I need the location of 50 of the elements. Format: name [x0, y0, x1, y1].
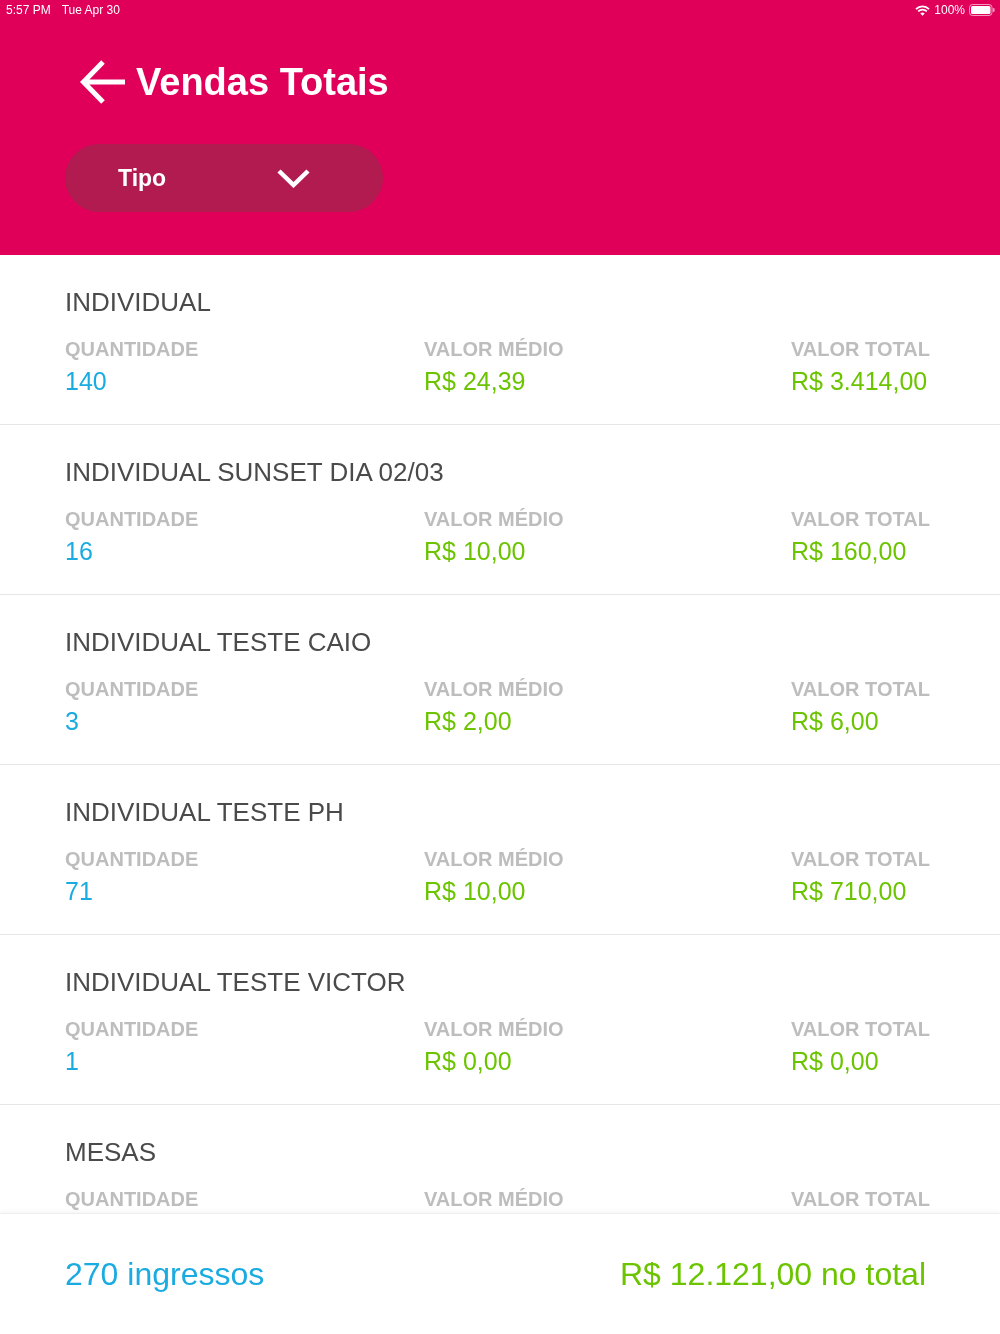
status-date: Tue Apr 30 — [61, 3, 120, 17]
column-label: VALOR TOTAL — [791, 847, 930, 871]
type-dropdown[interactable]: Tipo — [65, 144, 383, 212]
column-label: VALOR TOTAL — [791, 507, 930, 531]
column-label: VALOR TOTAL — [791, 677, 930, 701]
amount-value: R$ 10,00 — [424, 536, 526, 566]
column-label: VALOR MÉDIO — [424, 847, 564, 871]
total-amount: R$ 12.121,00 no total — [620, 1255, 926, 1294]
column-label: QUANTIDADE — [65, 1187, 199, 1211]
amount-value: R$ 24,39 — [424, 366, 526, 396]
battery-percent: 100% — [934, 3, 965, 17]
column-label: VALOR MÉDIO — [424, 1187, 564, 1211]
column-label: QUANTIDADE — [65, 1017, 199, 1041]
column-label: QUANTIDADE — [65, 337, 199, 361]
amount-value: R$ 6,00 — [791, 706, 879, 736]
column-label: VALOR TOTAL — [791, 1187, 930, 1211]
amount-value: R$ 3.414,00 — [791, 366, 928, 396]
category-title: INDIVIDUAL TESTE PH — [65, 797, 344, 827]
column-label: QUANTIDADE — [65, 847, 199, 871]
page-title: Vendas Totais — [136, 60, 389, 105]
back-arrow-icon[interactable] — [78, 59, 125, 105]
amount-value: R$ 0,00 — [791, 1046, 879, 1076]
chevron-down-icon — [277, 168, 310, 188]
amount-value: R$ 0,00 — [424, 1046, 512, 1076]
category-title: INDIVIDUAL — [65, 287, 211, 317]
category-title: INDIVIDUAL TESTE VICTOR — [65, 967, 406, 997]
quantity-value: 16 — [65, 536, 93, 566]
category-title: INDIVIDUAL SUNSET DIA 02/03 — [65, 457, 444, 487]
quantity-value: 71 — [65, 876, 93, 906]
amount-value: R$ 710,00 — [791, 876, 907, 906]
quantity-value: 140 — [65, 366, 107, 396]
column-label: VALOR MÉDIO — [424, 1017, 564, 1041]
column-label: VALOR MÉDIO — [424, 677, 564, 701]
amount-value: R$ 160,00 — [791, 536, 907, 566]
column-label: VALOR MÉDIO — [424, 337, 564, 361]
category-title: INDIVIDUAL TESTE CAIO — [65, 627, 372, 657]
column-label: QUANTIDADE — [65, 507, 199, 531]
column-label: VALOR MÉDIO — [424, 507, 564, 531]
column-label: VALOR TOTAL — [791, 337, 930, 361]
battery-icon — [969, 4, 995, 16]
column-label: QUANTIDADE — [65, 677, 199, 701]
amount-value: R$ 2,00 — [424, 706, 512, 736]
quantity-value: 3 — [65, 706, 79, 736]
quantity-value: 1 — [65, 1046, 79, 1076]
amount-value: R$ 10,00 — [424, 876, 526, 906]
status-time: 5:57 PM — [6, 3, 51, 17]
wifi-icon — [915, 4, 931, 16]
column-label: VALOR TOTAL — [791, 1017, 930, 1041]
ticket-count: 270 ingressos — [65, 1255, 265, 1294]
category-title: MESAS — [65, 1137, 157, 1167]
